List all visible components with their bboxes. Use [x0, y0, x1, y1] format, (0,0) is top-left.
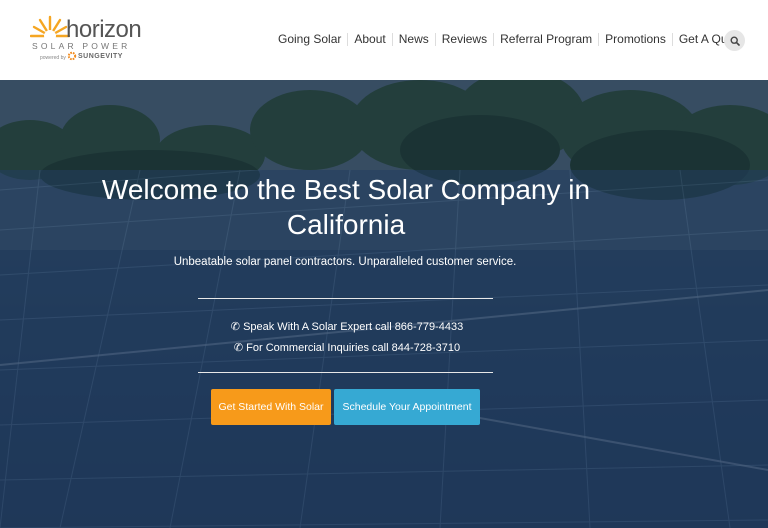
phone-commercial-line[interactable]: ✆ For Commercial Inquiries call 844-728-… — [150, 341, 544, 354]
schedule-appointment-button[interactable]: Schedule Your Appointment — [334, 389, 480, 425]
hero-overlay — [0, 80, 768, 528]
sungevity-gear-icon — [67, 51, 77, 61]
search-icon — [729, 35, 740, 46]
nav-about[interactable]: About — [347, 33, 391, 46]
logo-tagline: SOLAR POWER — [32, 41, 131, 51]
logo-powered-by: powered by — [40, 55, 66, 61]
main-nav: Going Solar About News Reviews Referral … — [272, 33, 750, 46]
hero-subtitle: Unbeatable solar panel contractors. Unpa… — [173, 256, 517, 268]
horizon-logo[interactable]: horizon SOLAR POWER powered by SUNGEVITY — [30, 14, 142, 68]
logo-wordmark: horizon — [66, 16, 142, 43]
nav-going-solar[interactable]: Going Solar — [272, 33, 347, 46]
sun-logo-icon — [30, 15, 70, 40]
nav-reviews[interactable]: Reviews — [434, 33, 493, 46]
phone-commercial-text: For Commercial Inquiries call 844-728-37… — [246, 342, 461, 354]
hero-section: Welcome to the Best Solar Company in Cal… — [0, 80, 768, 528]
get-started-button[interactable]: Get Started With Solar — [211, 389, 331, 425]
site-header: horizon SOLAR POWER powered by SUNGEVITY… — [0, 0, 768, 80]
logo-partner: SUNGEVITY — [78, 53, 123, 60]
phone-icon: ✆ — [230, 321, 244, 333]
divider-bottom — [198, 372, 493, 373]
nav-promotions[interactable]: Promotions — [598, 33, 672, 46]
phone-expert-line[interactable]: ✆ Speak With A Solar Expert call 866-779… — [150, 320, 544, 333]
nav-referral-program[interactable]: Referral Program — [493, 33, 598, 46]
hero-title: Welcome to the Best Solar Company in Cal… — [101, 174, 591, 240]
phone-icon: ✆ — [233, 342, 247, 354]
search-button[interactable] — [724, 30, 745, 51]
divider-top — [198, 298, 493, 299]
phone-expert-text: Speak With A Solar Expert call 866-779-4… — [243, 321, 464, 333]
nav-news[interactable]: News — [391, 33, 435, 46]
